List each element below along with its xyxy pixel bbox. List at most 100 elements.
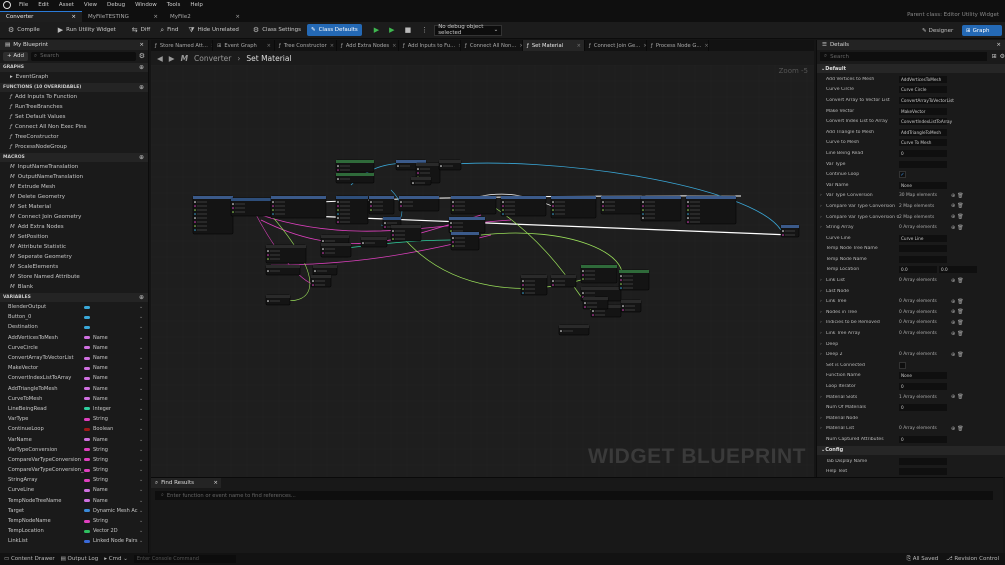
chevron-down-icon[interactable]: ⌄ xyxy=(139,487,143,493)
function-item[interactable]: ƒ Connect All Non Exec Pins xyxy=(0,122,148,132)
macro-item[interactable]: M Set Material xyxy=(0,202,148,212)
chevron-down-icon[interactable]: ⌄ xyxy=(139,396,143,402)
delete-icon[interactable]: 🗑 xyxy=(957,352,963,358)
node-pin[interactable] xyxy=(602,209,604,211)
node-pin[interactable] xyxy=(337,165,339,167)
graph-tab[interactable]: ⊞ Event Graph × xyxy=(213,40,275,51)
property-value[interactable]: MakeVector xyxy=(899,107,947,115)
node-pin[interactable] xyxy=(417,168,419,170)
find-input[interactable]: ⌕ Enter function or event name to find re… xyxy=(155,491,993,500)
menu-item[interactable]: File xyxy=(14,2,33,8)
node-pin[interactable] xyxy=(782,234,784,236)
close-icon[interactable]: × xyxy=(392,43,396,49)
node-pin[interactable] xyxy=(232,211,234,213)
node-pin[interactable] xyxy=(592,314,594,316)
macro-item[interactable]: M SetPosition xyxy=(0,232,148,242)
menu-item[interactable]: View xyxy=(79,2,102,8)
node-pin[interactable] xyxy=(440,165,442,167)
node-pin[interactable] xyxy=(622,309,624,311)
node-pin[interactable] xyxy=(452,209,454,211)
node-pin[interactable] xyxy=(337,213,339,215)
tab-myfile2[interactable]: MyFile2 × xyxy=(164,11,246,22)
chevron-down-icon[interactable]: ⌄ xyxy=(139,386,143,392)
variable-item[interactable]: CurveCircle Name ⌄ xyxy=(0,343,148,353)
add-element-icon[interactable]: ⊕ xyxy=(951,278,955,284)
chevron-down-icon[interactable]: ⌄ xyxy=(139,498,143,504)
chevron-down-icon[interactable]: ⌄ xyxy=(139,528,143,534)
graph-canvas[interactable]: Zoom -5 WIDGET BLUEPRINT xyxy=(151,65,814,477)
details-search-input[interactable]: ⌕ Search xyxy=(820,52,987,61)
delete-icon[interactable]: 🗑 xyxy=(957,394,963,400)
node-pin[interactable] xyxy=(552,213,554,215)
chevron-right-icon[interactable]: › xyxy=(820,416,822,421)
menu-item[interactable]: Debug xyxy=(102,2,130,8)
chevron-down-icon[interactable]: ⌄ xyxy=(139,314,143,320)
node-pin[interactable] xyxy=(450,230,452,232)
node-pin[interactable] xyxy=(642,213,644,215)
chevron-down-icon[interactable]: ⌄ xyxy=(139,467,143,473)
designer-button[interactable]: ✎ Designer xyxy=(918,25,957,36)
compile-button[interactable]: ⚙ Compile xyxy=(4,24,44,36)
node-pin[interactable] xyxy=(522,280,524,282)
node-pin[interactable] xyxy=(337,178,339,180)
property-value[interactable]: None xyxy=(899,372,947,380)
property-value[interactable]: Curve Line xyxy=(899,234,947,242)
chevron-right-icon[interactable]: › xyxy=(820,352,822,357)
node-pin[interactable] xyxy=(602,205,604,207)
variable-item[interactable]: TempNodeTreeName Name ⌄ xyxy=(0,496,148,506)
property-value[interactable]: 0 xyxy=(899,383,947,391)
variable-item[interactable]: TempNodeName String ⌄ xyxy=(0,516,148,526)
node-pin[interactable] xyxy=(452,237,454,239)
chevron-right-icon[interactable]: › xyxy=(820,215,822,220)
chevron-down-icon[interactable]: ⌄ xyxy=(139,518,143,524)
node-pin[interactable] xyxy=(272,205,274,207)
graph-tab[interactable]: ƒ Set Material × xyxy=(523,40,585,51)
node-pin[interactable] xyxy=(322,252,324,254)
add-element-icon[interactable]: ⊕ xyxy=(951,394,955,400)
macro-item[interactable]: M Connect Join Geometry xyxy=(0,212,148,222)
node-pin[interactable] xyxy=(400,205,402,207)
node-pin[interactable] xyxy=(687,217,689,219)
node-pin[interactable] xyxy=(582,270,584,272)
node-pin[interactable] xyxy=(582,278,584,280)
property-value[interactable]: ConvertArrayToVectorList xyxy=(899,96,954,104)
chevron-right-icon[interactable]: › xyxy=(820,426,822,431)
node-pin[interactable] xyxy=(322,240,324,242)
property-value[interactable]: AddTriangleToMesh xyxy=(899,128,947,136)
function-item[interactable]: ƒ RunTreeBranches xyxy=(0,102,148,112)
chevron-right-icon[interactable]: › xyxy=(820,395,822,400)
node-pin[interactable] xyxy=(194,221,196,223)
node-pin[interactable] xyxy=(502,205,504,207)
variable-item[interactable]: Destination ⌄ xyxy=(0,322,148,332)
node-pin[interactable] xyxy=(452,241,454,243)
variable-item[interactable]: CompareVarTypeConversion String ⌄ xyxy=(0,455,148,465)
node-pin[interactable] xyxy=(620,279,622,281)
node-pin[interactable] xyxy=(337,217,339,219)
node-pin[interactable] xyxy=(642,205,644,207)
add-icon[interactable]: ⊕ xyxy=(139,294,144,301)
node-pin[interactable] xyxy=(232,207,234,209)
macro-item[interactable]: M Delete Geometry xyxy=(0,192,148,202)
macro-item[interactable]: M Seperate Geometry xyxy=(0,252,148,262)
variable-item[interactable]: LinkList Linked Node Pairs ⌄ xyxy=(0,536,148,546)
variable-item[interactable]: CurveLine Name ⌄ xyxy=(0,485,148,495)
chevron-down-icon[interactable]: ⌄ xyxy=(139,437,143,443)
node-pin[interactable] xyxy=(272,209,274,211)
chevron-down-icon[interactable]: ⌄ xyxy=(139,447,143,453)
close-icon[interactable]: × xyxy=(330,43,334,49)
property-value[interactable] xyxy=(899,457,947,465)
node-pin[interactable] xyxy=(452,245,454,247)
variable-item[interactable]: VarTypeConversion String ⌄ xyxy=(0,445,148,455)
chevron-down-icon[interactable]: ⌄ xyxy=(139,538,143,544)
node-pin[interactable] xyxy=(687,221,689,223)
add-element-icon[interactable]: ⊕ xyxy=(951,426,955,432)
graph-tab[interactable]: ƒ Tree Constructor × xyxy=(275,40,337,51)
node-pin[interactable] xyxy=(194,209,196,211)
property-value[interactable] xyxy=(899,245,947,253)
node-pin[interactable] xyxy=(337,201,339,203)
all-saved-indicator[interactable]: ⎘ All Saved xyxy=(907,556,939,563)
node-pin[interactable] xyxy=(642,217,644,219)
node-pin[interactable] xyxy=(552,280,554,282)
node-pin[interactable] xyxy=(392,234,394,236)
debug-object-select[interactable]: No debug object selected ⌄ xyxy=(434,24,503,36)
